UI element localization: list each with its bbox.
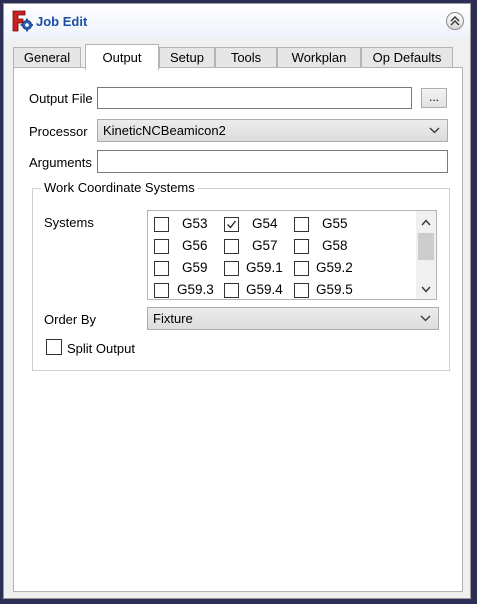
system-checkbox[interactable] xyxy=(224,239,239,254)
system-item-g59-5[interactable]: G59.5 xyxy=(294,280,364,299)
system-checkbox[interactable] xyxy=(294,239,309,254)
system-item-g54[interactable]: G54 xyxy=(224,214,289,236)
work-coordinate-systems-group: Work Coordinate Systems Systems G53 G54 xyxy=(32,180,450,371)
system-label: G59.2 xyxy=(316,260,353,275)
output-file-input[interactable] xyxy=(97,87,412,109)
order-by-label: Order By xyxy=(44,312,97,327)
system-label: G55 xyxy=(322,216,348,231)
job-edit-panel: Job Edit General Output Setup Tools Work… xyxy=(3,3,471,599)
system-checkbox[interactable] xyxy=(154,283,169,298)
processor-label: Processor xyxy=(29,124,88,139)
system-item-g53[interactable]: G53 xyxy=(154,214,219,236)
tab-tools[interactable]: Tools xyxy=(215,47,277,69)
systems-label: Systems xyxy=(44,215,94,230)
order-by-select[interactable]: Fixture xyxy=(147,307,439,330)
scroll-down-button[interactable] xyxy=(416,281,436,298)
collapse-button[interactable] xyxy=(446,12,464,30)
system-label: G54 xyxy=(252,216,278,231)
tab-op-defaults[interactable]: Op Defaults xyxy=(361,47,453,69)
system-item-g56[interactable]: G56 xyxy=(154,236,219,258)
panel-header: Job Edit xyxy=(4,4,470,38)
processor-value: KineticNCBeamicon2 xyxy=(103,123,226,138)
system-label: G53 xyxy=(182,216,208,231)
tab-output[interactable]: Output xyxy=(85,44,159,70)
arguments-input[interactable] xyxy=(97,150,448,173)
system-checkbox[interactable] xyxy=(154,261,169,276)
system-item-g59-2[interactable]: G59.2 xyxy=(294,258,364,280)
system-checkbox[interactable] xyxy=(294,283,309,298)
system-checkbox[interactable] xyxy=(154,239,169,254)
chevron-down-icon xyxy=(421,286,431,293)
system-item-g59-1[interactable]: G59.1 xyxy=(224,258,289,280)
system-item-g55[interactable]: G55 xyxy=(294,214,364,236)
system-checkbox[interactable] xyxy=(154,217,169,232)
system-label: G59 xyxy=(182,260,208,275)
system-checkbox[interactable] xyxy=(224,261,239,276)
scroll-thumb[interactable] xyxy=(418,233,434,260)
checkmark-icon xyxy=(227,220,237,229)
tab-general[interactable]: General xyxy=(13,47,81,69)
double-chevron-up-icon xyxy=(450,16,460,26)
system-label: G59.1 xyxy=(246,260,283,275)
output-tab-content: Output File ... Processor KineticNCBeami… xyxy=(13,67,463,592)
chevron-up-icon xyxy=(421,219,431,226)
split-output-checkbox[interactable] xyxy=(46,339,62,355)
wcs-group-title: Work Coordinate Systems xyxy=(41,180,198,195)
system-item-g59[interactable]: G59 xyxy=(154,258,219,280)
system-label: G56 xyxy=(182,238,208,253)
system-label: G59.5 xyxy=(316,282,353,297)
split-output-label: Split Output xyxy=(67,341,135,356)
systems-list[interactable]: G53 G54 G55 G56 G57 G58 G59 G59.1 G59.2 … xyxy=(147,210,437,300)
tab-bar: General Output Setup Tools Workplan Op D… xyxy=(13,44,463,70)
tab-workplan[interactable]: Workplan xyxy=(277,47,361,69)
system-item-g59-4[interactable]: G59.4 xyxy=(224,280,289,299)
browse-button[interactable]: ... xyxy=(421,88,447,108)
system-checkbox[interactable] xyxy=(294,217,309,232)
system-label: G59.3 xyxy=(177,282,214,297)
system-checkbox[interactable] xyxy=(224,217,239,232)
system-checkbox[interactable] xyxy=(294,261,309,276)
system-label: G58 xyxy=(322,238,348,253)
systems-scrollbar[interactable] xyxy=(416,211,436,299)
chevron-down-icon xyxy=(429,127,440,134)
processor-select[interactable]: KineticNCBeamicon2 xyxy=(97,119,448,142)
order-by-value: Fixture xyxy=(153,311,193,326)
scroll-up-button[interactable] xyxy=(416,214,436,231)
system-label: G59.4 xyxy=(246,282,283,297)
arguments-label: Arguments xyxy=(29,155,92,170)
panel-title: Job Edit xyxy=(36,14,88,29)
system-label: G57 xyxy=(252,238,278,253)
output-file-label: Output File xyxy=(29,91,93,106)
system-checkbox[interactable] xyxy=(224,283,239,298)
system-item-g58[interactable]: G58 xyxy=(294,236,364,258)
chevron-down-icon xyxy=(420,315,431,322)
tab-setup[interactable]: Setup xyxy=(159,47,215,69)
system-item-g57[interactable]: G57 xyxy=(224,236,289,258)
system-item-g59-3[interactable]: G59.3 xyxy=(154,280,219,299)
freecad-logo-icon xyxy=(12,10,33,32)
